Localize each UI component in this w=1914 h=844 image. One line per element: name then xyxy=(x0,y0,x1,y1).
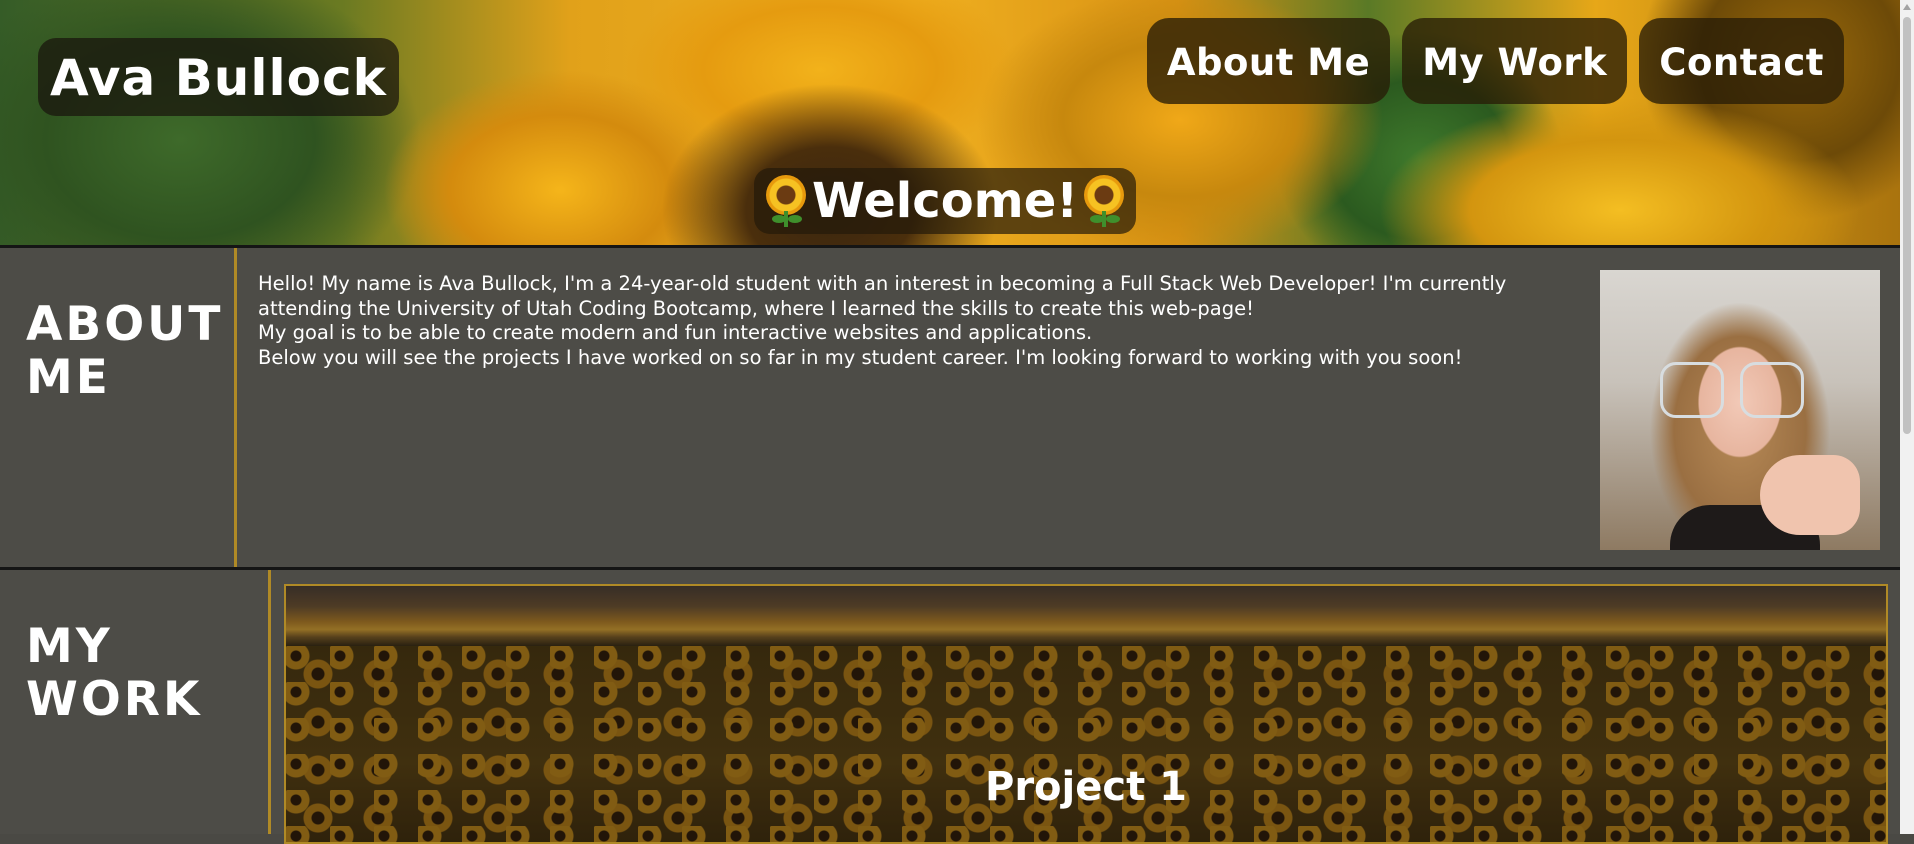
welcome-text: Welcome! xyxy=(812,173,1079,229)
welcome-banner: Welcome! xyxy=(754,168,1137,234)
site-brand[interactable]: Ava Bullock xyxy=(38,38,399,116)
hero-header: Ava Bullock About Me My Work Contact Wel… xyxy=(0,0,1900,245)
scrollbar-thumb[interactable] xyxy=(1903,17,1911,434)
scroll-up-icon[interactable] xyxy=(1903,4,1911,10)
project-title[interactable]: Project 1 xyxy=(286,764,1886,810)
about-me-section: ABOUT ME Hello! My name is Ava Bullock, … xyxy=(0,245,1900,570)
nav-my-work[interactable]: My Work xyxy=(1402,18,1628,104)
section-divider xyxy=(268,570,271,834)
section-divider xyxy=(234,248,237,567)
about-paragraph: Below you will see the projects I have w… xyxy=(258,345,1463,369)
sunflower-icon xyxy=(1082,175,1126,227)
profile-photo xyxy=(1600,270,1880,550)
project-card[interactable]: Project 1 xyxy=(284,584,1888,844)
sunflower-icon xyxy=(764,175,808,227)
about-paragraph: Hello! My name is Ava Bullock, I'm a 24-… xyxy=(258,272,1507,320)
about-me-heading: ABOUT ME xyxy=(26,297,224,405)
about-me-text: Hello! My name is Ava Bullock, I'm a 24-… xyxy=(258,272,1588,370)
page-scrollbar[interactable] xyxy=(1900,0,1914,834)
nav-about-me[interactable]: About Me xyxy=(1146,18,1391,104)
about-paragraph: My goal is to be able to create modern a… xyxy=(258,321,1093,344)
main-nav: About Me My Work Contact xyxy=(1146,18,1844,104)
my-work-section: MY WORK Project 1 xyxy=(0,570,1900,844)
nav-contact[interactable]: Contact xyxy=(1639,18,1844,104)
my-work-heading: MY WORK xyxy=(26,619,203,727)
